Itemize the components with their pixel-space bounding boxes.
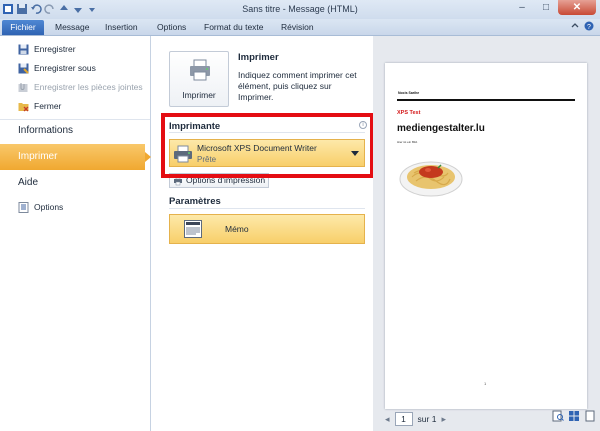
settings-section-divider	[169, 208, 365, 209]
preview-page-number: 1	[484, 381, 487, 386]
nav-save-attachments[interactable]: Enregistrer les pièces jointes	[0, 78, 151, 96]
save-icon	[18, 44, 29, 54]
preview-page: Nocis Sarihe XPS Test mediengestalter.lu…	[385, 63, 587, 409]
printer-icon	[190, 59, 210, 81]
tab-review[interactable]: Révision	[276, 20, 319, 35]
zoom-to-page-icon[interactable]	[552, 410, 564, 422]
save-as-icon	[18, 63, 29, 74]
nav-options-label: Options	[34, 202, 64, 212]
print-settings-panel: Imprimer Imprimer Indiquez comment impri…	[152, 36, 372, 431]
ribbon-collapse-icon[interactable]	[570, 21, 580, 31]
maximize-button[interactable]: □	[534, 0, 558, 15]
preview-body-text: Hier ist ein Bild.	[397, 140, 418, 144]
ribbon-right-controls: ?	[570, 21, 594, 31]
tab-insertion[interactable]: Insertion	[100, 20, 143, 35]
page-total-label: sur 1	[417, 414, 437, 424]
next-page-button[interactable]: ▸	[441, 414, 446, 425]
tab-text-format[interactable]: Format du texte	[199, 20, 269, 35]
nav-save-as-label: Enregistrer sous	[34, 63, 96, 73]
previous-page-button[interactable]: ◂	[385, 414, 390, 425]
attachments-icon	[18, 82, 28, 92]
page-navigator: ◂ 1 sur 1 ▸	[385, 412, 446, 426]
preview-zoom-tools	[552, 410, 596, 422]
print-button[interactable]: Imprimer	[169, 51, 229, 107]
nav-save-as[interactable]: Enregistrer sous	[0, 59, 151, 77]
close-button[interactable]: ✕	[558, 0, 596, 15]
nav-tab-print[interactable]: Imprimer	[0, 144, 151, 170]
print-section-title: Imprimer	[238, 52, 279, 63]
nav-tab-help[interactable]: Aide	[0, 170, 150, 196]
backstage-nav: Enregistrer Enregistrer sous Enregistrer…	[0, 36, 151, 431]
minimize-button[interactable]: –	[510, 0, 534, 15]
print-button-label: Imprimer	[182, 90, 216, 100]
svg-text:?: ?	[587, 24, 591, 31]
preview-header-rule	[397, 99, 575, 101]
options-icon	[18, 201, 29, 213]
printer-highlight-frame	[161, 113, 374, 178]
nav-save[interactable]: Enregistrer	[0, 40, 151, 58]
folder-close-icon	[18, 102, 29, 111]
preview-from: Nocis Sarihe	[398, 91, 420, 95]
print-description: Indiquez comment imprimer cet élément, p…	[238, 70, 357, 102]
preview-site: mediengestalter.lu	[397, 123, 485, 134]
nav-tab-info[interactable]: Informations	[0, 118, 150, 144]
print-preview-pane: Nocis Sarihe XPS Test mediengestalter.lu…	[373, 36, 600, 431]
tab-file[interactable]: Fichier	[2, 20, 44, 35]
title-bar: Sans titre - Message (HTML) – □ ✕	[0, 0, 600, 19]
spaghetti-image	[399, 161, 463, 197]
multiple-pages-icon[interactable]	[568, 410, 580, 422]
window-controls: – □ ✕	[510, 0, 596, 15]
memo-style-label: Mémo	[225, 224, 249, 234]
single-page-icon[interactable]	[584, 410, 596, 422]
settings-section-title: Paramètres	[169, 196, 221, 207]
help-icon[interactable]: ?	[584, 21, 594, 31]
nav-close[interactable]: Fermer	[0, 97, 151, 115]
ribbon-tabs: Fichier Message Insertion Options Format…	[0, 19, 600, 36]
preview-subject: XPS Test	[397, 110, 421, 116]
memo-style-icon	[184, 220, 202, 238]
nav-save-label: Enregistrer	[34, 44, 76, 54]
nav-options[interactable]: Options	[0, 198, 151, 216]
nav-save-attachments-label: Enregistrer les pièces jointes	[34, 82, 143, 92]
tab-options[interactable]: Options	[152, 20, 191, 35]
page-number-input[interactable]: 1	[394, 412, 413, 426]
tab-message[interactable]: Message	[50, 20, 95, 35]
print-style-memo[interactable]: Mémo	[169, 214, 365, 244]
nav-close-label: Fermer	[34, 101, 62, 111]
